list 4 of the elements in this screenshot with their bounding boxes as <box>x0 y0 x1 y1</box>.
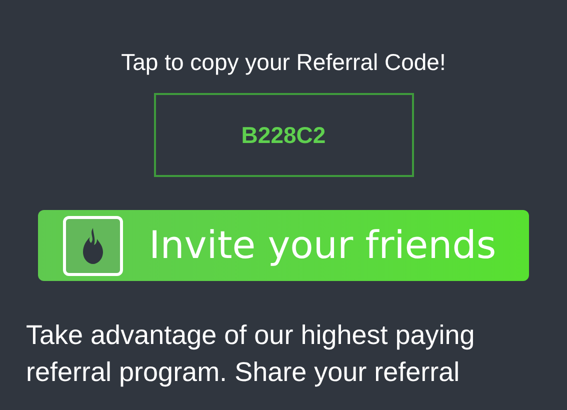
copy-prompt: Tap to copy your Referral Code! <box>121 48 446 77</box>
description-text: Take advantage of our highest paying referral program. Share your referral <box>26 319 476 389</box>
referral-code-field[interactable]: B228C2 <box>154 93 414 177</box>
flame-icon <box>63 216 123 276</box>
